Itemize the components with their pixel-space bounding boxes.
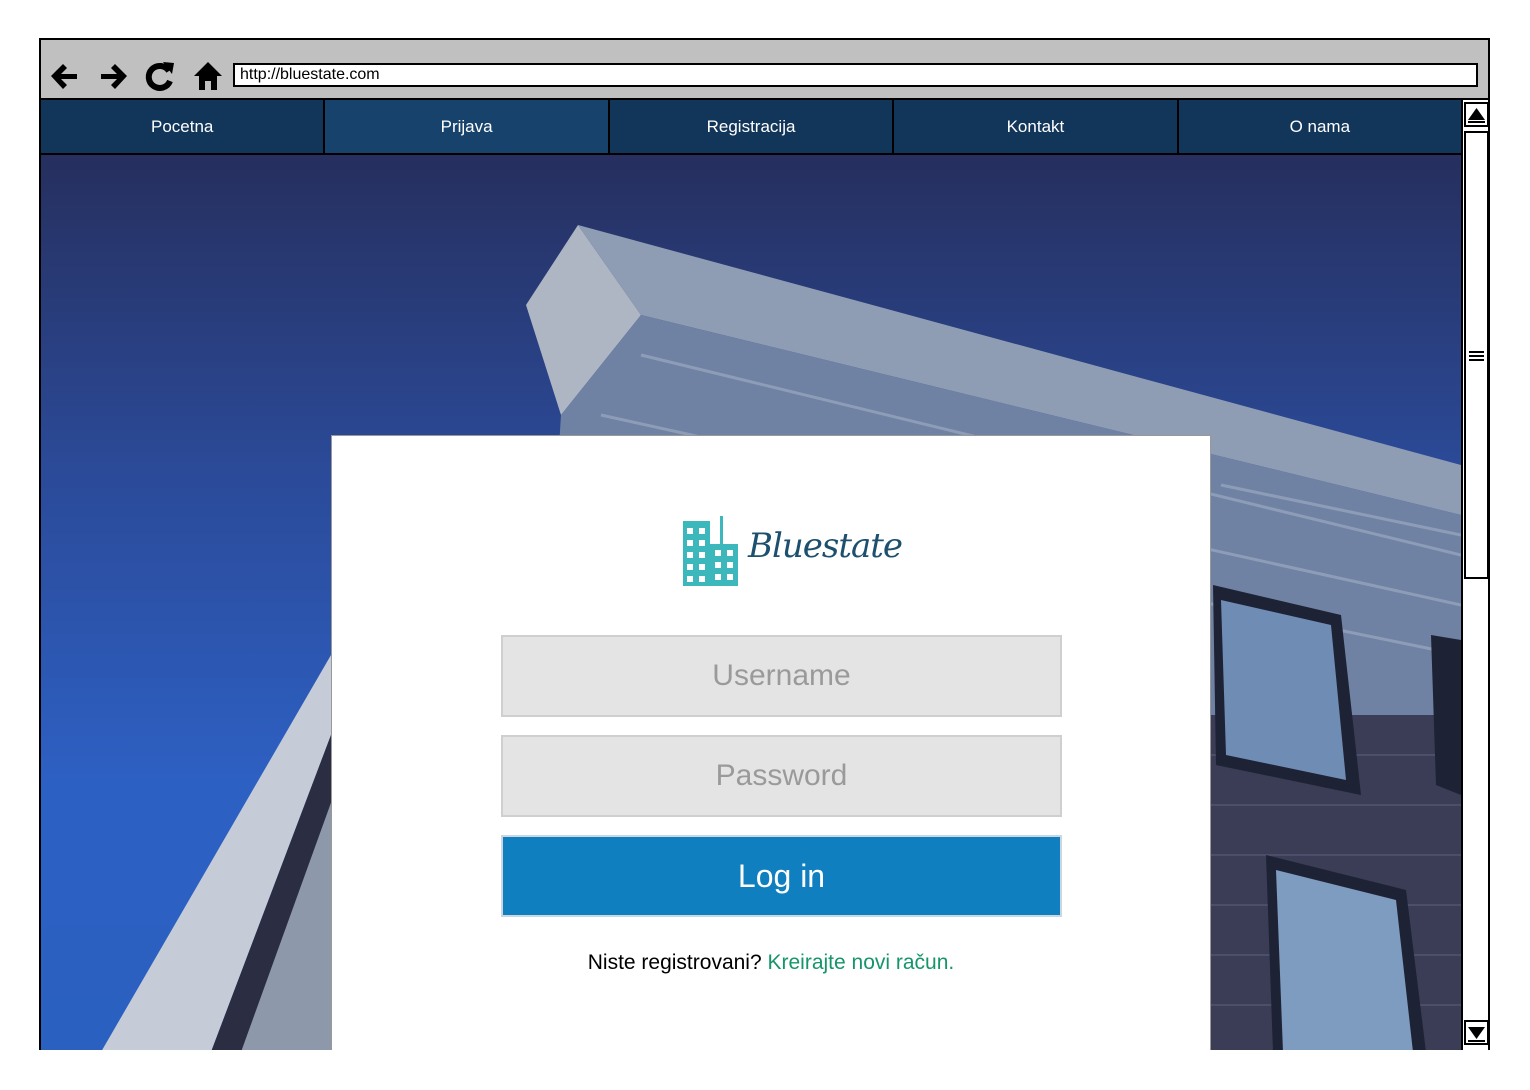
nav-item-kontakt[interactable]: Kontakt: [894, 100, 1179, 153]
forward-arrow-icon[interactable]: [97, 59, 131, 93]
home-icon[interactable]: [191, 59, 225, 93]
nav-item-prijava[interactable]: Prijava: [325, 100, 610, 153]
nav-item-registracija[interactable]: Registracija: [609, 100, 895, 153]
logo-wordmark: Bluestate: [748, 526, 903, 566]
hero-building-image: Bluestate Log in Niste registrovani? Kre…: [41, 155, 1461, 1050]
login-card: Bluestate Log in Niste registrovani? Kre…: [331, 435, 1211, 1050]
nav-item-pocetna[interactable]: Pocetna: [41, 100, 326, 153]
password-field[interactable]: [501, 735, 1062, 817]
url-bar[interactable]: http://bluestate.com: [233, 63, 1478, 87]
username-field[interactable]: [501, 635, 1062, 717]
buildings-logo-icon: [683, 516, 738, 586]
browser-window: http://bluestate.com Pocetna Prijava Reg…: [39, 38, 1490, 1050]
register-prompt: Niste registrovani?: [587, 951, 762, 974]
register-prompt-line: Niste registrovani? Kreirajte novi račun…: [332, 951, 1210, 975]
create-account-link[interactable]: Kreirajte novi račun.: [767, 951, 954, 974]
scroll-up-icon[interactable]: [1464, 102, 1488, 127]
login-button[interactable]: Log in: [501, 835, 1062, 917]
scroll-thumb[interactable]: [1464, 131, 1488, 579]
back-arrow-icon[interactable]: [47, 59, 81, 93]
grip-icon: [1469, 351, 1484, 361]
nav-item-o-nama[interactable]: O nama: [1178, 100, 1462, 153]
brand-logo: Bluestate: [682, 516, 903, 586]
browser-toolbar: http://bluestate.com: [41, 40, 1488, 100]
scroll-down-icon[interactable]: [1464, 1020, 1488, 1045]
vertical-scrollbar[interactable]: [1461, 100, 1488, 1050]
reload-icon[interactable]: [143, 59, 177, 93]
main-nav: Pocetna Prijava Registracija Kontakt O n…: [41, 100, 1462, 155]
